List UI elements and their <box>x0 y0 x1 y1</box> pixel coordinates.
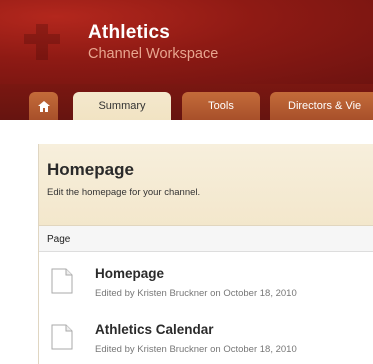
tab-bar: Summary Tools Directors & Vie <box>0 84 373 120</box>
page-link-athletics-calendar[interactable]: Athletics Calendar <box>95 322 214 337</box>
tab-directors[interactable]: Directors & Vie <box>270 92 373 120</box>
tab-tools[interactable]: Tools <box>182 92 260 120</box>
workspace-content: Homepage Edit the homepage for your chan… <box>0 120 373 364</box>
column-header-page: Page <box>39 226 373 252</box>
channel-subtitle: Channel Workspace <box>88 46 219 62</box>
document-icon <box>51 268 73 294</box>
row-edit-info: Edited by Kristen Bruckner on October 18… <box>95 288 297 299</box>
home-icon <box>37 100 50 112</box>
page-link-homepage[interactable]: Homepage <box>95 266 164 281</box>
table-row[interactable]: Homepage Edited by Kristen Bruckner on O… <box>39 252 373 308</box>
channel-header: Athletics Channel Workspace <box>0 0 373 84</box>
homepage-panel: Homepage Edit the homepage for your chan… <box>38 144 373 364</box>
tab-home[interactable] <box>29 92 58 120</box>
column-header-label: Page <box>47 234 71 245</box>
row-edit-info: Edited by Kristen Bruckner on October 18… <box>95 344 297 355</box>
tab-summary[interactable]: Summary <box>73 92 171 120</box>
table-row[interactable]: Athletics Calendar Edited by Kristen Bru… <box>39 308 373 364</box>
panel-title: Homepage <box>47 160 134 179</box>
channel-logo-icon <box>24 24 60 60</box>
panel-description: Edit the homepage for your channel. <box>47 187 201 198</box>
panel-header: Homepage Edit the homepage for your chan… <box>39 144 373 226</box>
channel-title: Athletics <box>88 22 171 43</box>
document-icon <box>51 324 73 350</box>
